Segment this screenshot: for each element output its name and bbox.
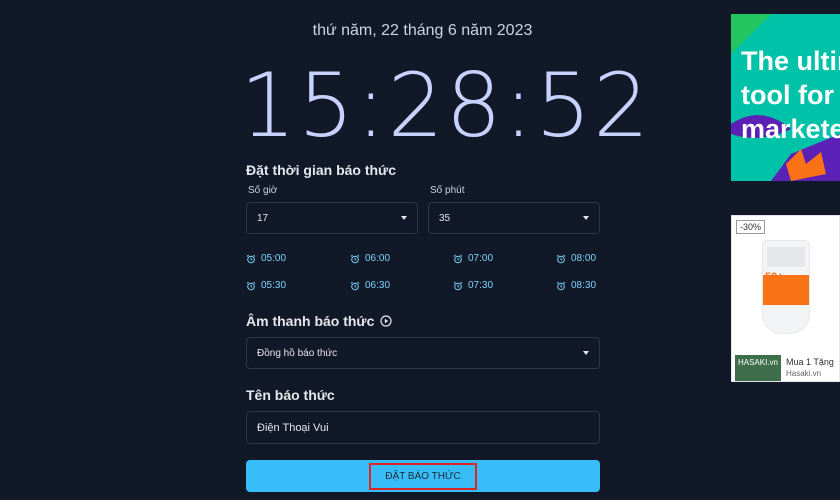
alarm-clock-icon: [556, 281, 566, 290]
alarm-name-heading: Tên báo thức: [246, 387, 335, 403]
alarm-clock-icon: [246, 281, 256, 290]
sound-heading: Âm thanh báo thức: [246, 313, 392, 329]
set-alarm-label: ĐẶT BÁO THỨC: [369, 462, 477, 490]
preset-time: 06:00: [365, 253, 391, 264]
hasaki-logo: HASAKI.vn: [735, 355, 781, 381]
preset-time: 05:30: [261, 280, 287, 291]
hour-label: Số giờ: [248, 185, 278, 196]
ad2-title: Mua 1 Tặng: [786, 357, 834, 367]
ad2-domain: Hasaki.vn: [786, 369, 822, 378]
preset-time: 08:00: [571, 253, 597, 264]
preset-alarm[interactable]: 08:30: [556, 280, 596, 291]
preset-alarm[interactable]: 05:30: [246, 280, 286, 291]
chevron-down-icon: [401, 216, 407, 220]
alarm-clock-icon: [556, 254, 566, 263]
ad-banner-hasaki[interactable]: -30% 50+ HASAKI.vn Mua 1 Tặng Hasaki.vn: [731, 215, 840, 382]
alarm-clock-icon: [246, 254, 256, 263]
preset-alarm[interactable]: 08:00: [556, 253, 596, 264]
digital-clock: 15:28:52: [240, 54, 652, 157]
alarm-clock-icon: [453, 281, 463, 290]
preset-time: 07:30: [468, 280, 494, 291]
play-icon[interactable]: [380, 315, 392, 327]
preset-alarm[interactable]: 07:30: [453, 280, 493, 291]
sound-heading-label: Âm thanh báo thức: [246, 313, 375, 329]
preset-time: 05:00: [261, 253, 287, 264]
alarm-name-input[interactable]: [246, 411, 600, 444]
preset-alarm[interactable]: 06:30: [350, 280, 390, 291]
preset-time: 08:30: [571, 280, 597, 291]
preset-time: 06:30: [365, 280, 391, 291]
chevron-down-icon: [583, 216, 589, 220]
preset-alarm[interactable]: 06:00: [350, 253, 390, 264]
spf-label: 50+: [765, 271, 784, 283]
chevron-down-icon: [583, 351, 589, 355]
preset-alarm[interactable]: 07:00: [453, 253, 493, 264]
alarm-time-heading: Đặt thời gian báo thức: [246, 162, 396, 178]
current-date: thứ năm, 22 tháng 6 năm 2023: [312, 22, 533, 39]
preset-alarm[interactable]: 05:00: [246, 253, 286, 264]
alarm-clock-icon: [350, 281, 360, 290]
hour-select-value: 17: [257, 212, 269, 224]
alarm-clock-icon: [453, 254, 463, 263]
sound-select[interactable]: Đồng hồ báo thức: [246, 337, 600, 369]
minute-select-value: 35: [439, 212, 451, 224]
ad-banner-marketing[interactable]: The ultim tool for markete: [731, 14, 840, 181]
sound-select-value: Đồng hồ báo thức: [257, 347, 338, 359]
alarm-clock-icon: [350, 254, 360, 263]
set-alarm-button[interactable]: ĐẶT BÁO THỨC: [246, 460, 600, 492]
preset-time: 07:00: [468, 253, 494, 264]
minute-select[interactable]: 35: [428, 202, 600, 234]
discount-badge: -30%: [736, 220, 766, 234]
minute-label: Số phút: [430, 185, 465, 196]
product-image: 50+: [762, 240, 810, 334]
ad1-headline: The ultim tool for markete: [741, 46, 840, 144]
hour-select[interactable]: 17: [246, 202, 418, 234]
